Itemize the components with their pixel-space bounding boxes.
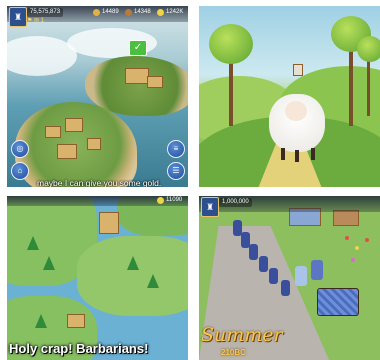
- screenshot-island-city: ♜ 75,575,873 14489 14348 1242K ⚑ ✉ 1 ✓ ◎…: [7, 6, 188, 187]
- pine-tree: [147, 274, 159, 288]
- land: [77, 236, 188, 316]
- tree: [209, 24, 253, 64]
- top-hud: 11090: [7, 196, 188, 206]
- supply-cart: [317, 288, 359, 316]
- gold-icon: [157, 9, 164, 16]
- season-title: Summer: [201, 324, 283, 346]
- screenshot-river-map: 11090 Holy crap! Barbarians!: [7, 196, 188, 360]
- city-building: [45, 126, 61, 138]
- soldier: [259, 256, 268, 272]
- soldier: [269, 268, 278, 284]
- screenshot-army-march: ♜ 1,000,000 Summer 210BC: [199, 196, 380, 360]
- top-hud: ♜ 1,000,000: [199, 196, 380, 217]
- status-icons: ⚑ ✉ 1: [27, 18, 45, 24]
- commander: [311, 260, 323, 280]
- power-value: 1,000,000: [219, 198, 252, 207]
- gold-icon: [157, 197, 164, 204]
- sheep-face: [285, 101, 307, 121]
- castle-building: [125, 68, 149, 84]
- pine-tree: [43, 256, 55, 270]
- sheep-leg: [281, 148, 285, 160]
- sheep-leg: [295, 150, 299, 162]
- food-icon: [93, 9, 100, 16]
- crest-icon[interactable]: ♜: [9, 7, 27, 27]
- crest-icon[interactable]: ♜: [201, 197, 219, 217]
- gold-resource[interactable]: 11090: [157, 196, 182, 205]
- soldier: [249, 244, 258, 260]
- city-icon[interactable]: ⌂: [11, 162, 29, 180]
- tree-trunk: [367, 56, 370, 116]
- city-building: [57, 144, 77, 159]
- flower: [345, 236, 349, 240]
- pine-tree: [127, 256, 139, 270]
- check-icon[interactable]: ✓: [129, 40, 147, 56]
- tree-trunk: [229, 56, 233, 126]
- power-value: 75,575,873: [27, 8, 64, 17]
- tree: [357, 36, 380, 62]
- soldier: [281, 280, 290, 296]
- house-building: [333, 210, 359, 226]
- flower: [351, 258, 355, 262]
- distant-tower: [293, 64, 303, 76]
- village-hut: [67, 314, 85, 328]
- dialogue-subtitle: maybe I can give you some gold.: [37, 178, 162, 187]
- city-building: [87, 138, 101, 150]
- commander: [295, 266, 307, 286]
- list-icon[interactable]: ☰: [167, 162, 185, 180]
- menu-icon[interactable]: ≡: [167, 140, 185, 158]
- castle-building: [147, 76, 163, 88]
- pine-tree: [35, 314, 47, 328]
- sheep-leg: [311, 148, 315, 160]
- gold-resource[interactable]: 1242K: [157, 8, 183, 17]
- pine-tree: [27, 236, 39, 250]
- flower: [355, 246, 359, 250]
- watch-tower: [99, 212, 119, 234]
- screenshot-sheep-meadow: [199, 6, 380, 187]
- wood-resource[interactable]: 14348: [125, 8, 151, 17]
- wood-icon: [125, 9, 132, 16]
- dialogue-subtitle: Holy crap! Barbarians!: [9, 341, 149, 356]
- top-hud: ♜ 75,575,873 14489 14348 1242K ⚑ ✉ 1: [7, 6, 188, 27]
- food-resource[interactable]: 14489: [93, 8, 119, 17]
- world-icon[interactable]: ◎: [11, 140, 29, 158]
- city-building: [65, 118, 83, 132]
- tree-trunk: [349, 46, 353, 126]
- flower: [365, 238, 369, 242]
- year-label: 210BC: [221, 348, 246, 357]
